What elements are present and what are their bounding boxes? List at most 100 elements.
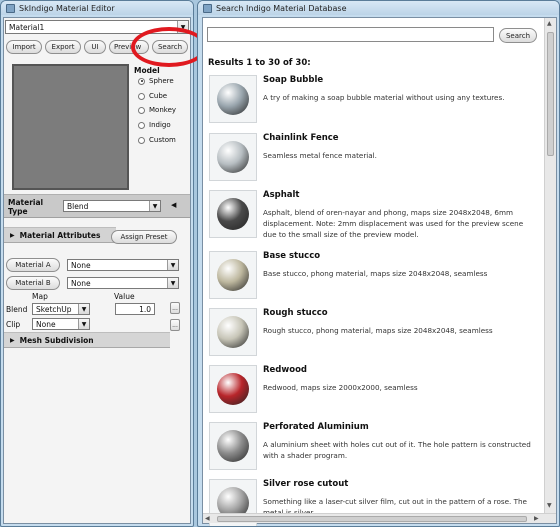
material-thumbnail[interactable] (209, 133, 257, 181)
material-thumbnail[interactable] (209, 422, 257, 470)
scroll-up-icon[interactable]: ▲ (547, 20, 552, 27)
result-title[interactable]: Asphalt (263, 190, 300, 200)
expand-arrow-icon: ▶ (10, 231, 15, 239)
chevron-down-icon[interactable]: ▼ (149, 201, 160, 211)
result-item[interactable]: Perforated Aluminium A aluminium sheet wi… (209, 422, 539, 474)
horizontal-scrollbar[interactable]: ◀ ▶ (203, 513, 556, 523)
material-select-value: Material1 (9, 22, 45, 32)
chevron-down-icon[interactable]: ▼ (167, 260, 178, 270)
material-thumbnail[interactable] (209, 75, 257, 123)
chevron-down-icon[interactable]: ▼ (167, 278, 178, 288)
result-description: Asphalt, blend of oren-nayar and phong, … (263, 208, 524, 239)
search-results-pane: Search Results 1 to 30 of 30: Soap Bubbl… (202, 17, 557, 526)
material-editor-window: SkIndigo Material Editor Material1 ▼ Imp… (0, 0, 194, 527)
clip-map-select[interactable]: None ▼ (32, 318, 90, 330)
model-radio-indigo[interactable]: Indigo (138, 121, 171, 129)
clip-label: Clip (6, 320, 21, 329)
scroll-left-icon[interactable]: ◀ (205, 515, 210, 522)
result-description: Rough stucco, phong material, maps size … (263, 326, 493, 335)
result-description: A try of making a soap bubble material w… (263, 93, 505, 102)
result-title[interactable]: Rough stucco (263, 308, 328, 318)
model-radio-custom[interactable]: Custom (138, 136, 176, 144)
model-option-label: Custom (149, 136, 176, 144)
material-a-button[interactable]: Material A (6, 258, 60, 272)
model-radio-sphere[interactable]: Sphere (138, 77, 174, 85)
material-b-value: None (71, 278, 91, 288)
material-thumbnail[interactable] (209, 190, 257, 238)
scroll-down-icon[interactable]: ▼ (547, 502, 552, 509)
value-column-label: Value (114, 292, 135, 301)
radio-icon (138, 136, 145, 144)
radio-icon (138, 106, 145, 114)
material-sphere (217, 141, 249, 173)
radio-selected-icon (138, 77, 145, 85)
search-input[interactable] (207, 27, 494, 42)
material-sphere (217, 259, 249, 291)
mesh-subdivision-header[interactable]: ▶ Mesh Subdivision (4, 332, 170, 348)
import-button[interactable]: Import (6, 40, 42, 54)
scroll-right-icon[interactable]: ▶ (534, 515, 539, 522)
expand-arrow-icon: ▶ (10, 336, 15, 344)
blend-value-input[interactable]: 1.0 (115, 303, 155, 315)
material-b-button[interactable]: Material B (6, 276, 60, 290)
search-window-titlebar[interactable]: Search Indigo Material Database (198, 1, 559, 15)
result-item[interactable]: Asphalt Asphalt, blend of oren-nayar and … (209, 190, 539, 242)
result-item[interactable]: Soap Bubble A try of making a soap bubble… (209, 75, 539, 127)
material-editor-titlebar[interactable]: SkIndigo Material Editor (1, 1, 193, 15)
result-item[interactable]: Chainlink Fence Seamless metal fence mate… (209, 133, 539, 185)
result-title[interactable]: Redwood (263, 365, 307, 375)
material-sphere (217, 430, 249, 462)
blend-browse-button[interactable]: ... (170, 302, 180, 314)
assign-preset-button[interactable]: Assign Preset (111, 230, 177, 244)
model-option-label: Cube (149, 92, 168, 100)
model-option-label: Indigo (149, 121, 171, 129)
result-title[interactable]: Soap Bubble (263, 75, 323, 85)
material-a-select[interactable]: None ▼ (67, 259, 179, 271)
material-b-select[interactable]: None ▼ (67, 277, 179, 289)
radio-icon (138, 92, 145, 100)
vertical-scrollbar[interactable]: ▲ ▼ (544, 18, 556, 513)
search-db-button[interactable]: Search (499, 28, 537, 43)
model-radio-cube[interactable]: Cube (138, 92, 167, 100)
result-description: A aluminium sheet with holes cut out of … (263, 440, 531, 460)
result-item[interactable]: Rough stucco Rough stucco, phong material… (209, 308, 539, 360)
model-radio-monkey[interactable]: Monkey (138, 106, 176, 114)
model-option-label: Sphere (149, 77, 174, 85)
result-title[interactable]: Base stucco (263, 251, 320, 261)
app-icon (6, 3, 15, 13)
result-description: Seamless metal fence material. (263, 151, 377, 160)
result-description: Redwood, maps size 2000x2000, seamless (263, 383, 418, 392)
preview-image (12, 64, 129, 190)
material-type-select[interactable]: Blend ▼ (63, 200, 161, 212)
material-thumbnail[interactable] (209, 251, 257, 299)
material-sphere (217, 83, 249, 115)
hscroll-thumb[interactable] (217, 516, 527, 522)
app-icon (203, 3, 212, 13)
scroll-thumb[interactable] (547, 32, 554, 156)
collapse-arrow-icon[interactable]: ◀ (171, 201, 176, 209)
result-item[interactable]: Redwood Redwood, maps size 2000x2000, sea… (209, 365, 539, 417)
material-thumbnail[interactable] (209, 365, 257, 413)
map-column-label: Map (32, 292, 48, 301)
result-title[interactable]: Silver rose cutout (263, 479, 348, 489)
export-button[interactable]: Export (45, 40, 81, 54)
result-item[interactable]: Base stucco Base stucco, phong material, … (209, 251, 539, 303)
search-window: Search Indigo Material Database Search R… (197, 0, 560, 527)
blend-value: 1.0 (139, 304, 151, 314)
chevron-down-icon[interactable]: ▼ (78, 319, 89, 329)
blend-map-value: SketchUp (36, 304, 72, 314)
chevron-down-icon[interactable]: ▼ (78, 304, 89, 314)
search-window-title: Search Indigo Material Database (216, 3, 347, 13)
material-attributes-header[interactable]: ▶ Material Attributes (4, 227, 116, 243)
result-title[interactable]: Chainlink Fence (263, 133, 339, 143)
highlight-circle (131, 27, 207, 67)
result-title[interactable]: Perforated Aluminium (263, 422, 369, 432)
ui-button[interactable]: UI (84, 40, 106, 54)
model-label: Model (134, 66, 160, 75)
material-attributes-label: Material Attributes (19, 230, 101, 240)
material-editor-title: SkIndigo Material Editor (19, 3, 115, 13)
clip-map-value: None (36, 319, 56, 329)
material-thumbnail[interactable] (209, 308, 257, 356)
clip-browse-button[interactable]: ... (170, 319, 180, 331)
blend-map-select[interactable]: SketchUp ▼ (32, 303, 90, 315)
